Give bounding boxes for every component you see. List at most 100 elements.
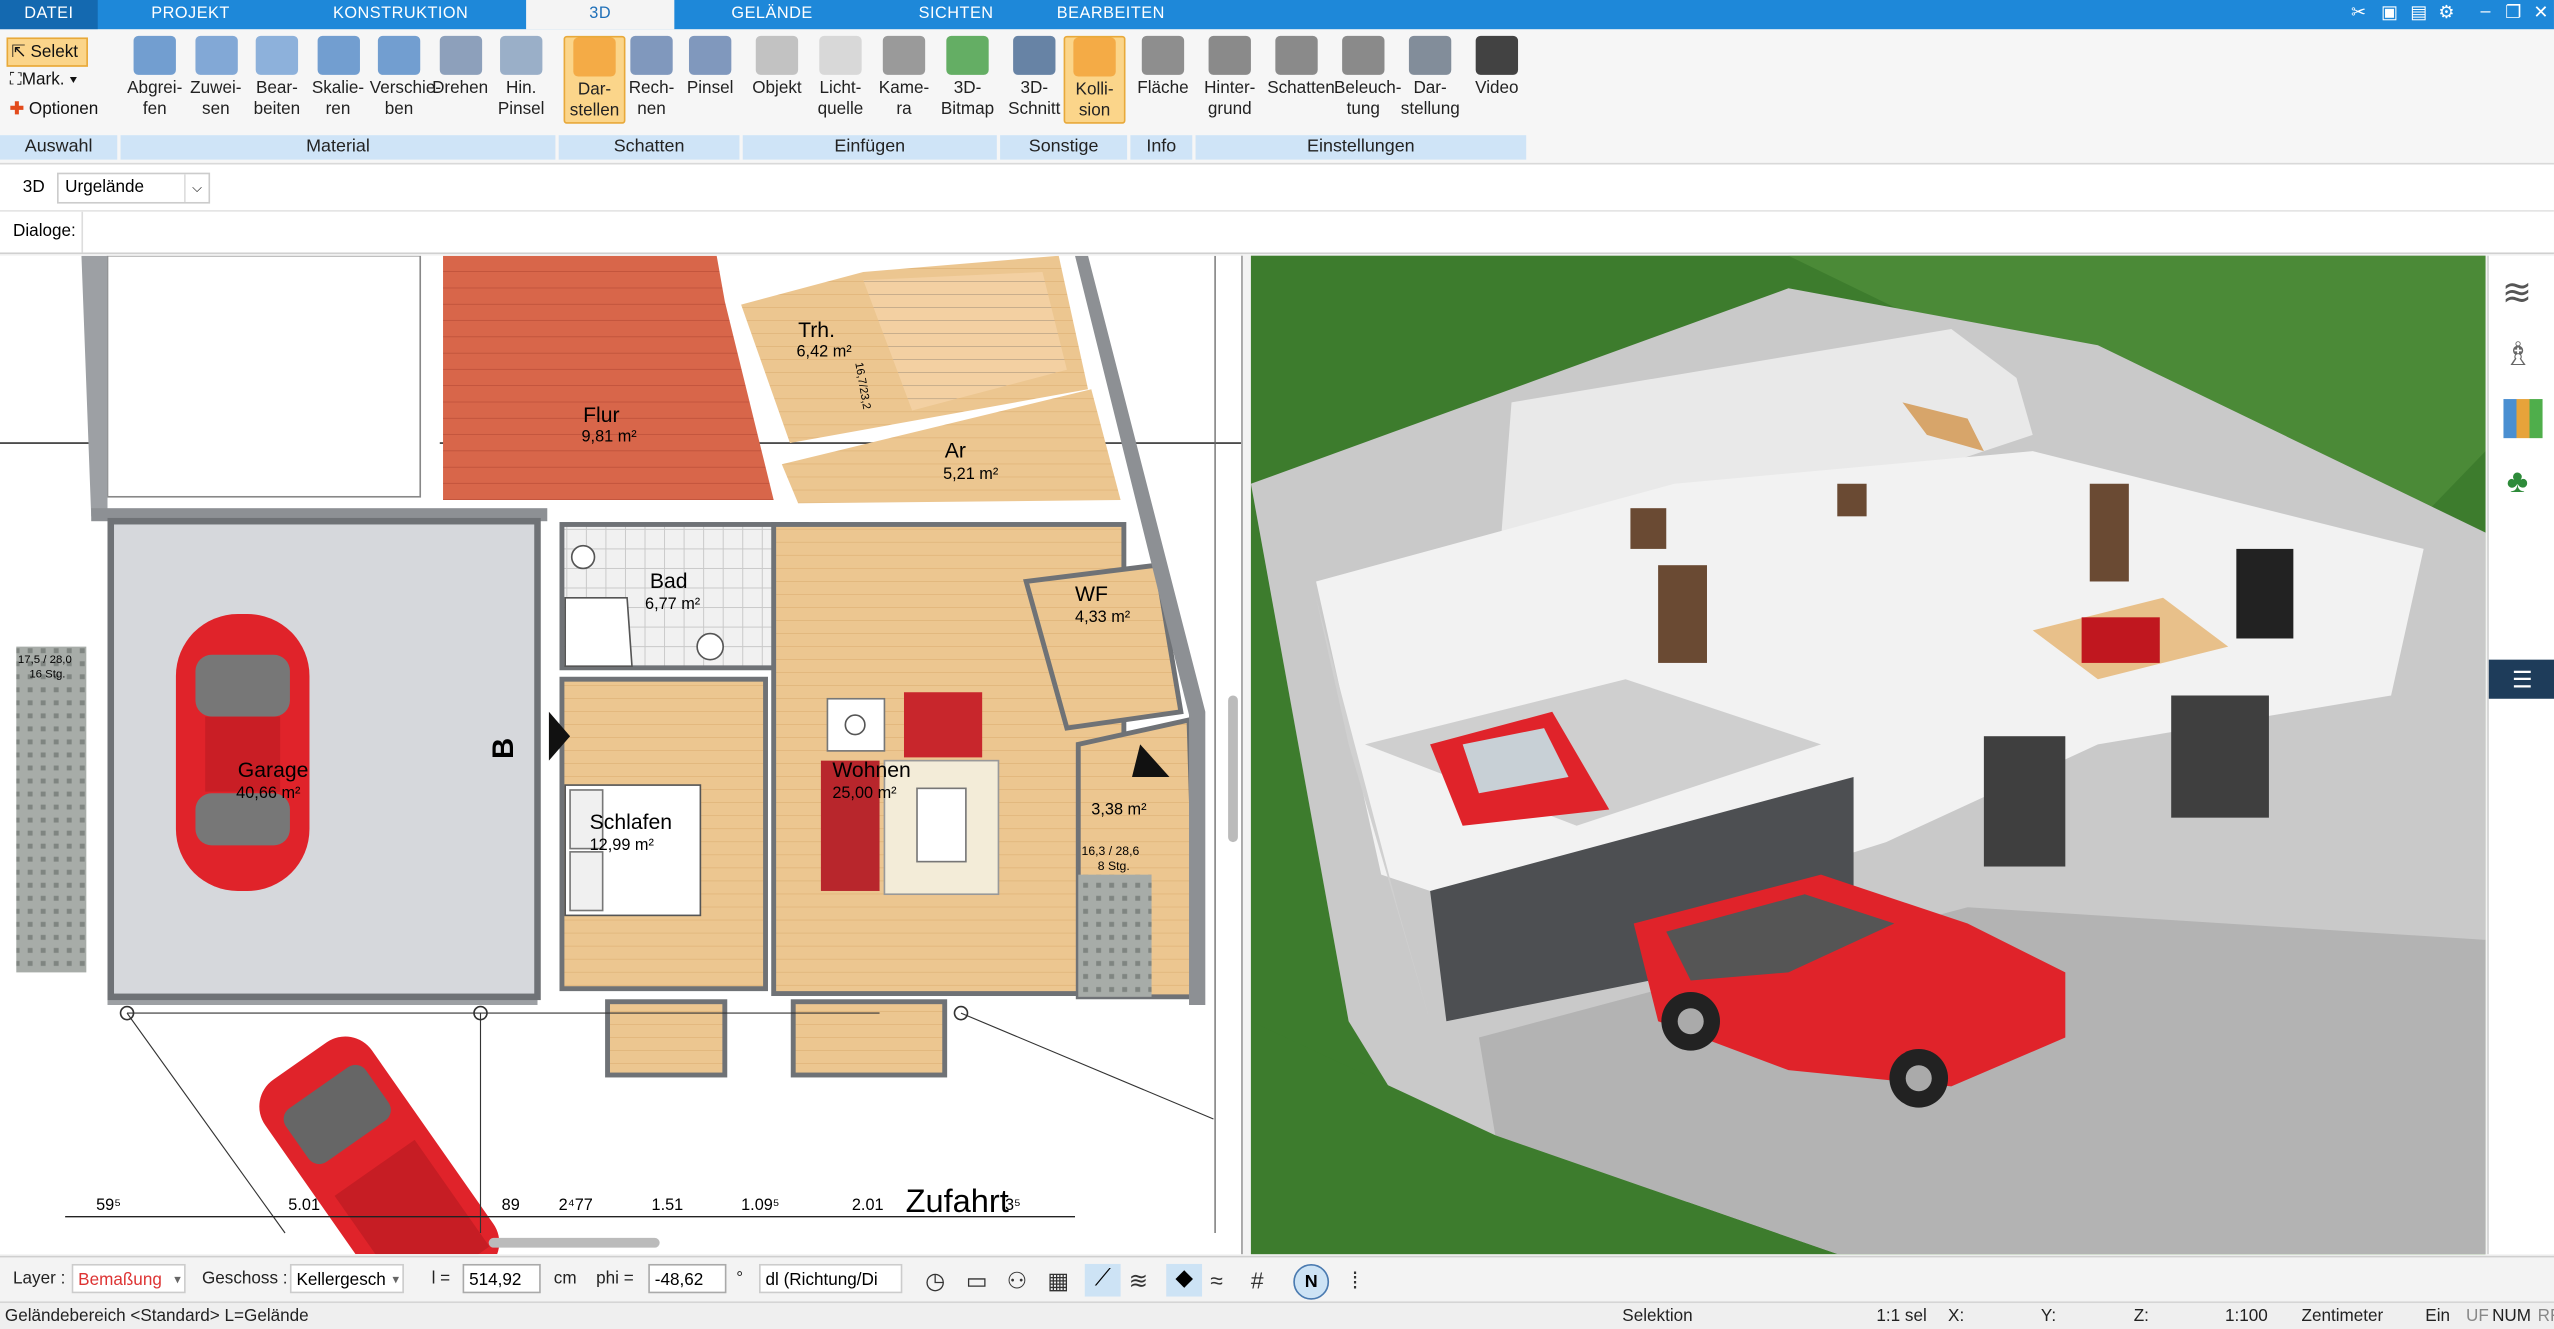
hatch-icon[interactable]: ≋ — [1129, 1267, 1148, 1295]
settings-icon[interactable]: ⚙ — [2433, 2, 2459, 23]
einfuegen-button-1[interactable]: Licht-quelle — [811, 35, 870, 121]
sonstige-button-0[interactable]: 3D- Schnitt — [1005, 35, 1064, 121]
dialog-label: Dialoge: — [13, 221, 76, 242]
room-label: Garage — [237, 757, 309, 782]
schatten-button-0[interactable]: Dar-stellen — [563, 35, 626, 124]
material-button-4[interactable]: Verschie-ben — [370, 35, 441, 121]
north-icon[interactable]: N — [1293, 1263, 1330, 1300]
room-area: 5,21 m² — [943, 465, 999, 484]
einstellungen-button-3[interactable]: Dar-stellung — [1401, 35, 1460, 121]
schatten-button-2[interactable]: Pinsel — [681, 35, 740, 100]
monitor-icon[interactable]: ▭ — [966, 1267, 988, 1295]
sonstige-button-1[interactable]: Kolli-sion — [1063, 35, 1126, 124]
status-unit: Zentimeter — [2301, 1306, 2384, 1326]
select-label: Selekt — [30, 42, 79, 62]
material-button-1[interactable]: Zuwei-sen — [186, 35, 245, 121]
dimension: 2⁴77 — [558, 1197, 593, 1216]
status-uf: UF — [2466, 1306, 2489, 1326]
material-palette-icon[interactable] — [2503, 399, 2543, 439]
ribbon-button-label: ra — [896, 99, 912, 119]
tree-icon[interactable]: ♣ — [2507, 464, 2528, 501]
dialog-row: Dialoge: — [0, 211, 2554, 255]
einfuegen-button-0[interactable]: Objekt — [748, 35, 807, 100]
ribbon-button-label: Schatten — [1267, 78, 1335, 98]
material-button-3[interactable]: Skalie-ren — [309, 35, 368, 121]
room-label: Ar — [944, 438, 966, 463]
room-area: 3,38 m² — [1091, 801, 1147, 820]
clock-icon[interactable]: ◷ — [925, 1267, 945, 1295]
einstellungen-button-4[interactable]: Video — [1468, 35, 1527, 100]
length-input[interactable]: 514,92 — [462, 1263, 541, 1294]
layout-icon[interactable]: ▤ — [2406, 2, 2432, 23]
grid-icon[interactable]: # — [1251, 1267, 1264, 1293]
floor-plan-view[interactable]: Trh. 6,42 m² Flur 9,81 m² Ar 5,21 m² Bad… — [0, 255, 1243, 1255]
geschoss-select[interactable]: Kellergesch ▾ — [289, 1263, 404, 1294]
section-label: B — [487, 737, 520, 760]
status-y: Y: — [2040, 1306, 2057, 1326]
einstellungen-button-2[interactable]: Beleuch-tung — [1334, 35, 1402, 121]
einfuegen-button-3[interactable]: 3D- Bitmap — [938, 35, 997, 121]
schatten-button-1[interactable]: Rech-nen — [622, 35, 681, 121]
ribbon-button-label: ren — [325, 99, 351, 119]
restore-icon[interactable]: ❐ — [2500, 2, 2526, 23]
ribbon-button-label: Hinter- — [1204, 78, 1256, 98]
direction-select[interactable]: dl (Richtung/Di — [759, 1263, 903, 1294]
ribbon-button-label: Objekt — [752, 78, 802, 98]
einstellungen-icon-4 — [1475, 35, 1519, 75]
material-button-5[interactable]: Drehen — [431, 35, 490, 100]
dimension: 5.01 — [288, 1197, 321, 1216]
tab-konstruktion[interactable]: KONSTRUKTION — [319, 0, 482, 29]
dimension: 3⁵ — [1004, 1197, 1021, 1216]
schatten-icon-1 — [630, 35, 673, 75]
minimize-icon[interactable]: – — [2473, 2, 2499, 22]
tab-datei[interactable]: DATEI — [0, 0, 98, 30]
chair-icon[interactable]: ♗ — [2503, 334, 2532, 375]
layer-select[interactable]: Bemaßung ▾ — [71, 1263, 186, 1294]
einfuegen-button-2[interactable]: Kame-ra — [875, 35, 934, 121]
einstellungen-icon-0 — [1208, 35, 1251, 75]
schatten-icon-0 — [573, 37, 616, 77]
phi-input[interactable]: -48,62 — [648, 1263, 727, 1294]
ribbon-button-label: Kame- — [878, 78, 930, 98]
material-button-0[interactable]: Abgrei-fen — [125, 35, 184, 121]
select-button[interactable]: ⇱ Selekt — [6, 37, 88, 67]
chevron-down-icon: ▾ — [392, 1272, 400, 1287]
material-button-2[interactable]: Bear-beiten — [248, 35, 307, 121]
3d-view[interactable] — [1250, 255, 2486, 1255]
group-icon[interactable]: ⚇ — [1007, 1267, 1027, 1295]
tools-icon[interactable]: ✂ — [2345, 2, 2371, 23]
ribbon-button-label: Licht- — [819, 78, 862, 98]
layers-icon[interactable]: ≋ — [2502, 272, 2532, 314]
tab-projekt[interactable]: PROJEKT — [121, 0, 261, 29]
dimension: 59⁵ — [96, 1197, 121, 1216]
pin-icon[interactable]: ⁞ — [1352, 1267, 1358, 1293]
room-area: 40,66 m² — [236, 785, 301, 803]
floor-plan-canvas[interactable] — [0, 255, 1242, 1255]
snap-icon[interactable]: ⟋ — [1084, 1263, 1121, 1297]
info-button-0[interactable]: Fläche — [1134, 35, 1193, 100]
window-icon[interactable]: ▣ — [2376, 2, 2402, 23]
direction-value: dl (Richtung/Di — [765, 1270, 878, 1291]
material-button-6[interactable]: Hin. Pinsel — [492, 35, 551, 121]
dimension: 1.09⁵ — [741, 1197, 780, 1216]
mark-button[interactable]: ⛶Mark. ▾ — [7, 67, 78, 93]
layers-stack-icon[interactable]: ▦ — [1047, 1267, 1069, 1295]
geschoss-value: Kellergesch — [296, 1270, 386, 1291]
ribbon-button-label: Fläche — [1137, 78, 1189, 98]
wave-icon[interactable]: ≈ — [1210, 1267, 1223, 1293]
tab-gelaende[interactable]: GELÄNDE — [700, 0, 843, 29]
panel-toggle[interactable]: ☰ — [2488, 659, 2554, 699]
material-icon-5 — [438, 35, 482, 75]
tab-3d[interactable]: 3D — [526, 0, 675, 30]
3d-canvas[interactable] — [1250, 255, 2486, 1255]
einstellungen-button-1[interactable]: Schatten — [1267, 35, 1335, 100]
tab-sichten[interactable]: SICHTEN — [888, 0, 1025, 29]
ribbon-button-label: sen — [202, 99, 230, 119]
options-button[interactable]: ✚ Optionen — [7, 96, 99, 122]
close-icon[interactable]: ✕ — [2528, 2, 2554, 23]
plane-icon[interactable]: ◆ — [1166, 1263, 1203, 1297]
einstellungen-button-0[interactable]: Hinter-grund — [1200, 35, 1259, 121]
ribbon-button-label: Rech- — [628, 78, 675, 98]
tab-bearbeiten[interactable]: BEARBEITEN — [1042, 0, 1179, 29]
terrain-select[interactable]: Urgelände ⌵ — [57, 172, 211, 204]
